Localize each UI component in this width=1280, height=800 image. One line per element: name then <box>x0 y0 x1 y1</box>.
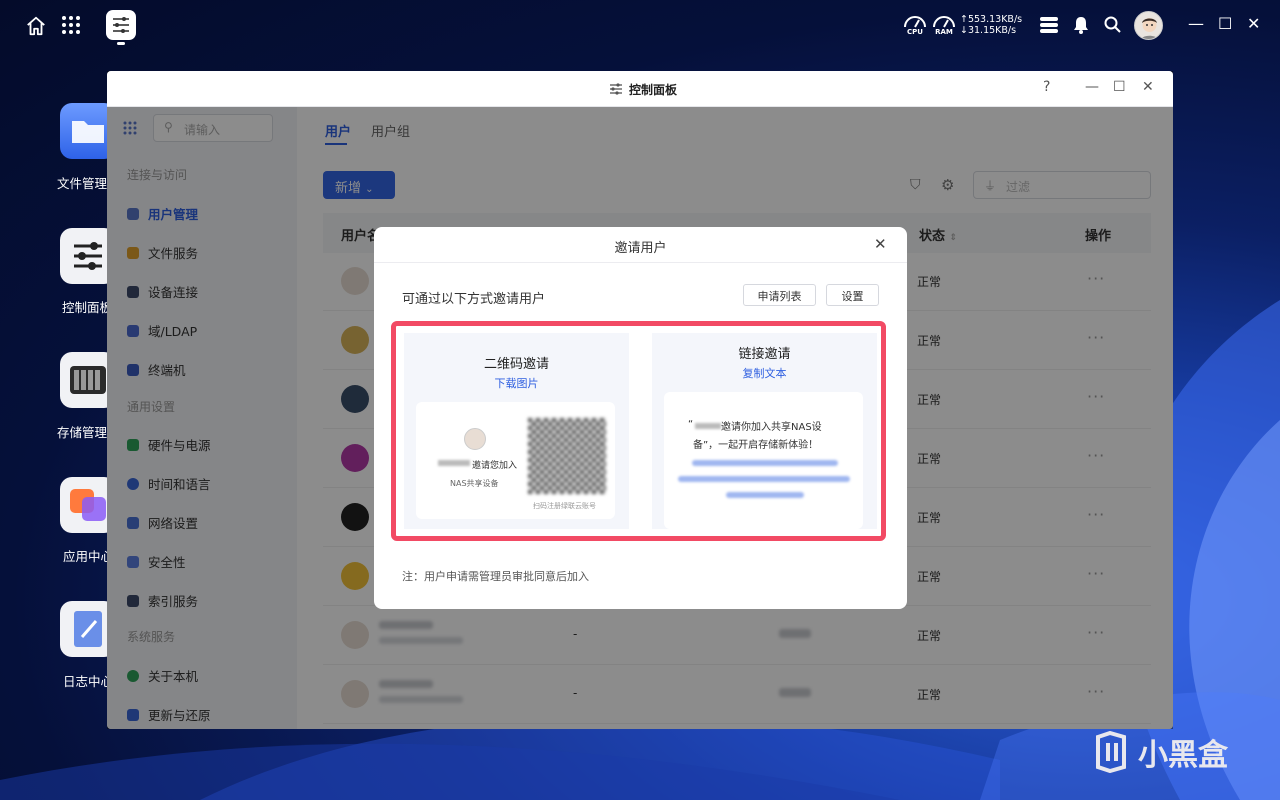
annotation-highlight-box <box>391 321 886 541</box>
desktop-item-label: 控制面板 <box>62 300 113 315</box>
control-panel-icon <box>609 82 623 96</box>
cpu-label: CPU <box>907 28 923 36</box>
apply-list-button[interactable]: 申请列表 <box>743 284 816 306</box>
download-speed: ↓31.15KB/s <box>960 25 1017 36</box>
network-speed: ↑553.13KB/s ↓31.15KB/s <box>960 14 1022 36</box>
cpu-gauge-icon[interactable]: CPU <box>902 13 928 39</box>
home-icon[interactable] <box>22 12 50 40</box>
invite-user-dialog: 邀请用户 ✕ 可通过以下方式邀请用户 申请列表 设置 二维码邀请 下载图片 邀请… <box>374 227 907 609</box>
ram-label: RAM <box>935 28 953 36</box>
desktop-item-label: 日志中心 <box>63 674 114 689</box>
user-avatar[interactable] <box>1134 11 1163 40</box>
search-icon[interactable] <box>1103 14 1123 36</box>
close-icon[interactable]: ✕ <box>1142 79 1154 95</box>
watermark-text: 小黑盒 <box>1138 738 1228 773</box>
dialog-header: 邀请用户 ✕ <box>374 227 907 263</box>
bell-icon[interactable] <box>1071 14 1091 36</box>
maximize-desktop-icon[interactable]: ☐ <box>1218 14 1232 33</box>
help-icon[interactable]: ? <box>1043 79 1050 95</box>
desktop-item-label: 存储管理 <box>57 425 108 440</box>
apps-grid-icon[interactable] <box>60 14 82 36</box>
watermark-logo-icon <box>1096 731 1126 773</box>
top-bar: CPU RAM ↑553.13KB/s ↓31.15KB/s — ☐ ✕ <box>0 0 1280 52</box>
ram-gauge-icon[interactable]: RAM <box>931 13 957 39</box>
desktop-item-label: 应用中心 <box>63 549 114 564</box>
dialog-description: 可通过以下方式邀请用户 <box>402 292 546 307</box>
desktop-item-label: 文件管理 <box>57 176 108 191</box>
window-title-bar-overlay: 控制面板 ? — ☐ ✕ <box>107 71 1173 107</box>
watermark: 小黑盒 <box>1090 730 1228 774</box>
control-panel-taskbar-icon[interactable] <box>106 10 136 40</box>
maximize-icon[interactable]: ☐ <box>1113 79 1126 95</box>
task-manager-icon[interactable] <box>1038 15 1060 35</box>
settings-button[interactable]: 设置 <box>826 284 879 306</box>
close-desktop-icon[interactable]: ✕ <box>1247 14 1260 33</box>
window-title: 控制面板 <box>629 83 678 97</box>
minimize-icon[interactable]: — <box>1085 79 1099 95</box>
dialog-title: 邀请用户 <box>614 241 667 256</box>
active-indicator <box>117 42 125 45</box>
close-icon[interactable]: ✕ <box>874 235 887 253</box>
minimize-desktop-icon[interactable]: — <box>1188 14 1204 33</box>
upload-speed: ↑553.13KB/s <box>960 14 1023 25</box>
dialog-note: 注：用户申请需管理员审批同意后加入 <box>402 570 589 583</box>
